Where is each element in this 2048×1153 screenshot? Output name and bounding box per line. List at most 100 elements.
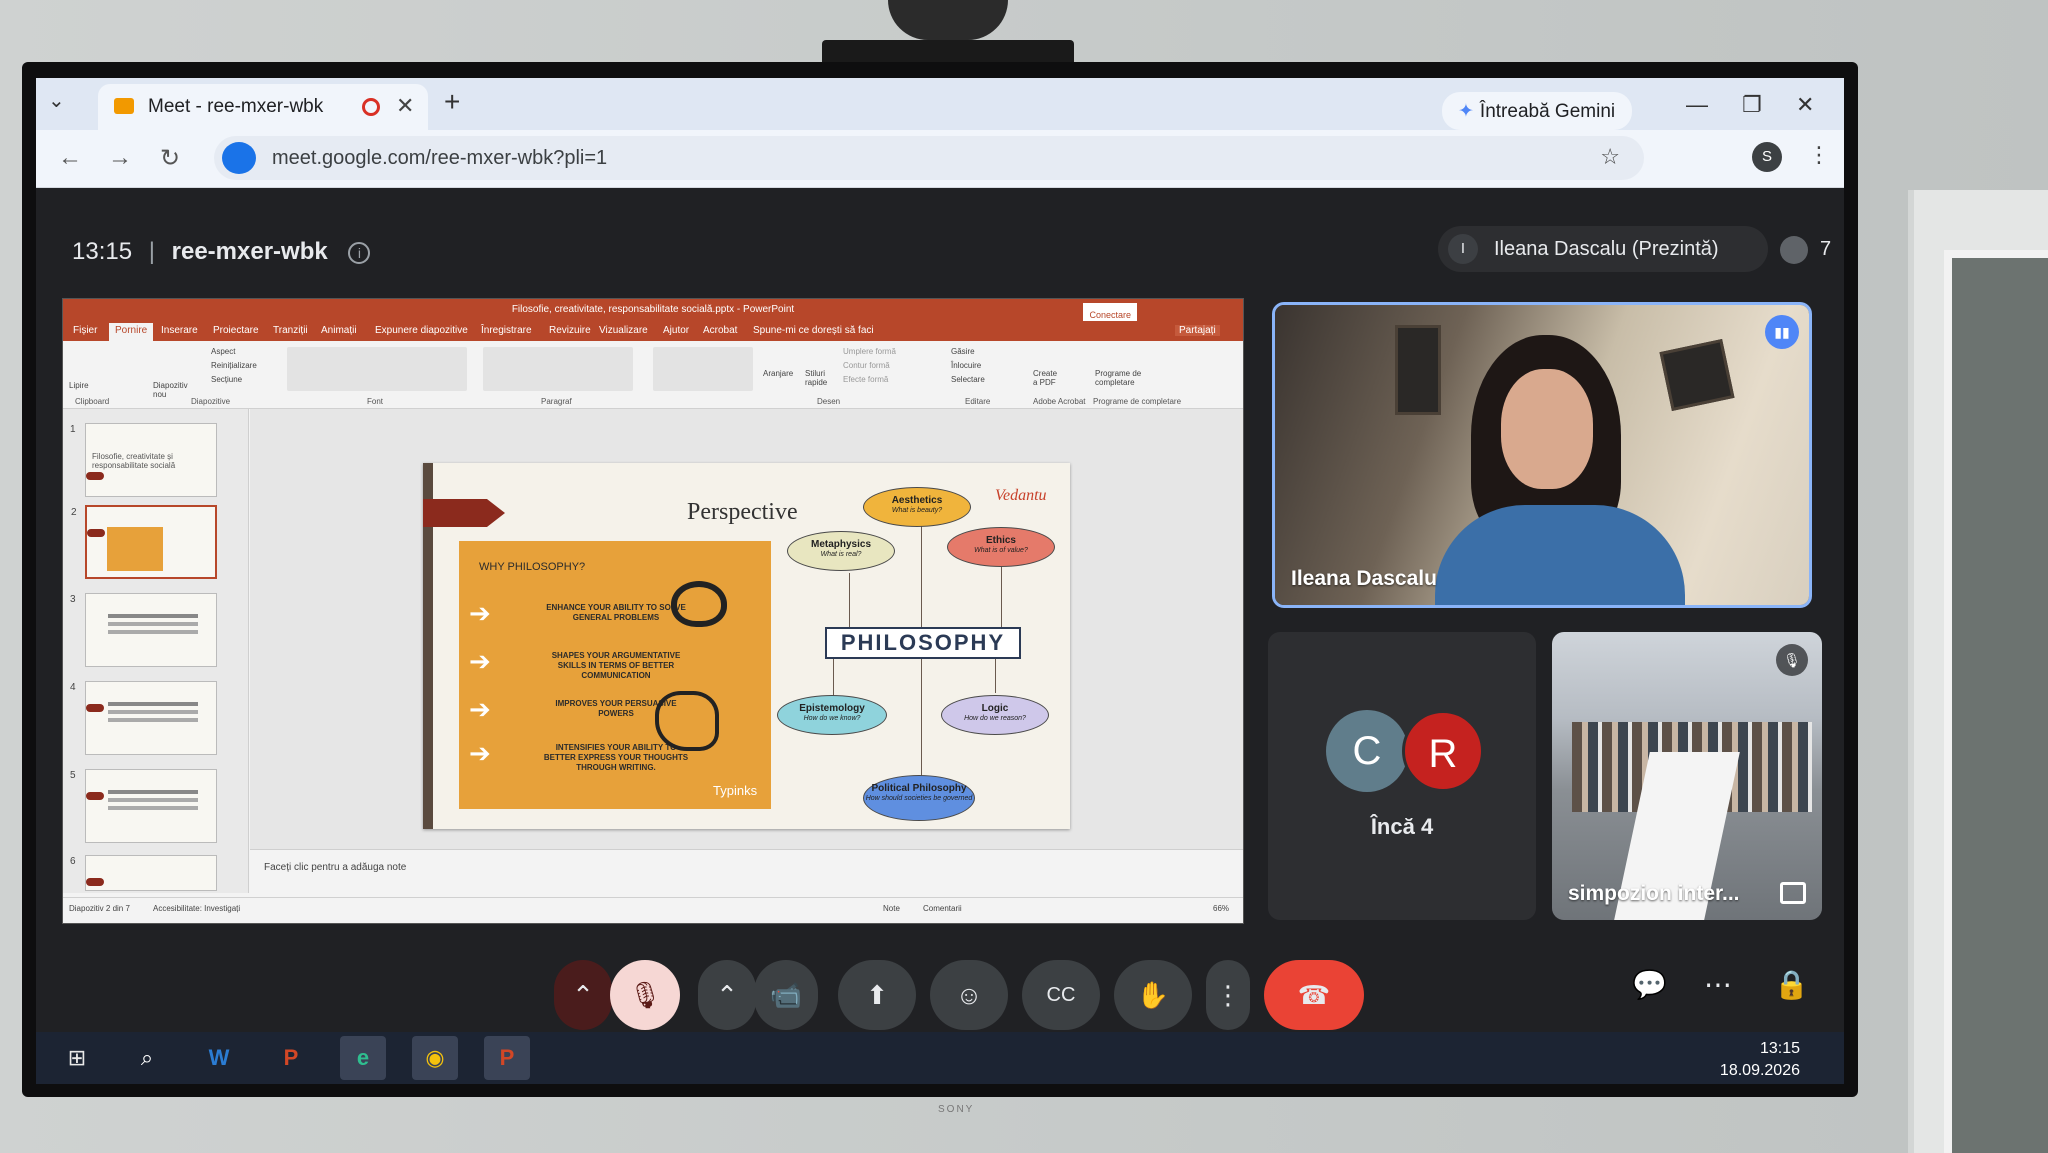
branch-question: How do we reason?	[964, 715, 1026, 722]
status-notes-button[interactable]: Note	[883, 904, 900, 913]
branch-epistemology: Epistemology How do we know?	[777, 695, 887, 735]
tab-list-icon[interactable]: ⌄	[48, 88, 65, 113]
ppt-menu-animations[interactable]: Animații	[321, 325, 357, 336]
notes-pane[interactable]: Faceți clic pentru a adăuga note	[250, 849, 1243, 897]
address-bar-row: ← → ↻ meet.google.com/ree-mxer-wbk?pli=1…	[36, 130, 1844, 188]
slide-thumb-selected[interactable]: 2	[71, 505, 217, 579]
ribbon-create-pdf[interactable]: Create a PDF	[1033, 369, 1063, 387]
ribbon-select[interactable]: Selectare	[951, 375, 985, 384]
slide-thumb[interactable]: 4	[70, 681, 217, 755]
minimize-button[interactable]: —	[1686, 92, 1708, 118]
ppt-menu-design[interactable]: Proiectare	[213, 325, 259, 336]
shared-powerpoint-window[interactable]: Filosofie, creativitate, responsabilitat…	[62, 298, 1244, 924]
presenter-chip[interactable]: I Ileana Dascalu (Prezintă)	[1438, 226, 1768, 272]
thumb-lines	[108, 614, 198, 618]
connector-line	[1001, 567, 1002, 627]
ribbon-shape-effects[interactable]: Efecte formă	[843, 375, 888, 384]
mic-button[interactable]: 🎙	[610, 960, 680, 1030]
activities-icon[interactable]: ⋯	[1704, 968, 1732, 1001]
fullscreen-icon[interactable]	[1780, 882, 1806, 904]
browser-menu-icon[interactable]: ⋮	[1808, 142, 1830, 168]
slide-thumb[interactable]: 5	[70, 769, 217, 843]
url-box[interactable]: meet.google.com/ree-mxer-wbk?pli=1 ☆	[214, 136, 1644, 180]
more-options-button[interactable]: ⋮	[1206, 960, 1250, 1030]
ribbon-paragraph-controls[interactable]	[483, 347, 633, 391]
bookmark-star-icon[interactable]: ☆	[1600, 144, 1620, 170]
group-paragraph: Paragraf	[541, 397, 572, 406]
video-options-chevron[interactable]: ⌃	[698, 960, 756, 1030]
ppt-menu-record[interactable]: Înregistrare	[481, 325, 532, 336]
ppt-tell-me[interactable]: Spune-mi ce dorești să faci	[753, 325, 874, 336]
search-icon[interactable]: ⌕	[124, 1036, 170, 1080]
ribbon-addins[interactable]: Programe de completare	[1095, 369, 1155, 387]
current-slide[interactable]: Perspective Vedantu WHY PHILOSOPHY? ➔ ENH…	[423, 463, 1070, 829]
taskbar-clock[interactable]: 13:15 18.09.2026	[1720, 1038, 1800, 1082]
status-zoom[interactable]: 66%	[1213, 904, 1229, 913]
slide-thumb[interactable]: 6	[70, 855, 217, 891]
reactions-button[interactable]: ☺	[930, 960, 1008, 1030]
participants-button[interactable]: 7	[1780, 226, 1844, 272]
present-button[interactable]: ⬆	[838, 960, 916, 1030]
start-icon[interactable]: ⊞	[54, 1036, 100, 1080]
ppt-menu-view[interactable]: Vizualizare	[599, 325, 648, 336]
ribbon-quick-styles[interactable]: Stiluri rapide	[805, 369, 835, 387]
ribbon-shape-outline[interactable]: Contur formă	[843, 361, 890, 370]
meeting-info-icon[interactable]: i	[348, 241, 371, 264]
ribbon-reset[interactable]: Reinițializare	[211, 361, 257, 370]
hang-up-button[interactable]: ☎	[1264, 960, 1364, 1030]
audio-options-chevron[interactable]: ⌃	[554, 960, 612, 1030]
ppt-menu-transitions[interactable]: Tranziții	[273, 325, 308, 336]
branch-aesthetics: Aesthetics What is beauty?	[863, 487, 971, 527]
ribbon-paste[interactable]: Lipire	[69, 381, 89, 390]
ribbon-layout[interactable]: Aspect	[211, 347, 235, 356]
ribbon-section[interactable]: Secțiune	[211, 375, 242, 384]
tab-close-icon[interactable]: ✕	[396, 93, 414, 119]
ppt-menu-review[interactable]: Revizuire	[549, 325, 591, 336]
ppt-menu-file[interactable]: Fișier	[73, 325, 97, 336]
room-tile[interactable]: 🎙 simpozion inter...	[1552, 632, 1822, 920]
others-tile[interactable]: C R Încă 4	[1268, 632, 1536, 920]
status-comments-button[interactable]: Comentarii	[923, 904, 962, 913]
status-accessibility[interactable]: Accesibilitate: Investigați	[153, 904, 240, 913]
ppt-menu-slideshow[interactable]: Expunere diapozitive	[375, 325, 468, 336]
host-controls-icon[interactable]: 🔒	[1774, 968, 1809, 1001]
raise-hand-button[interactable]: ✋	[1114, 960, 1192, 1030]
slide-thumb[interactable]: 1 Filosofie, creativitate și responsabili…	[70, 423, 217, 497]
forward-icon[interactable]: →	[108, 144, 132, 172]
ribbon-new-slide[interactable]: Diapozitiv nou	[153, 381, 189, 399]
chrome-icon[interactable]: ◉	[412, 1036, 458, 1080]
ribbon-shapes-gallery[interactable]	[653, 347, 753, 391]
slide-heading: Perspective	[687, 499, 798, 525]
ppt-menu-insert[interactable]: Inserare	[161, 325, 198, 336]
thumb-lines	[108, 790, 198, 794]
speaker-tile[interactable]: ▮▮ Ileana Dascalu	[1272, 302, 1812, 608]
camera-button[interactable]: 📹	[754, 960, 818, 1030]
ribbon-find[interactable]: Găsire	[951, 347, 975, 356]
profile-avatar[interactable]: S	[1752, 142, 1782, 172]
ppt-menu-help[interactable]: Ajutor	[663, 325, 689, 336]
edge-icon[interactable]: e	[340, 1036, 386, 1080]
word-icon[interactable]: W	[196, 1036, 242, 1080]
back-icon[interactable]: ←	[58, 144, 82, 172]
powerpoint-running-icon[interactable]: P	[484, 1036, 530, 1080]
ribbon-font-controls[interactable]	[287, 347, 467, 391]
slide-thumb[interactable]: 3	[70, 593, 217, 667]
gemini-button[interactable]: ✦ Întreabă Gemini	[1442, 92, 1632, 130]
ppt-share-button[interactable]: Partajați	[1175, 325, 1220, 336]
tab-title: Meet - ree-mxer-wbk	[148, 96, 324, 117]
ribbon-shape-fill[interactable]: Umplere formă	[843, 347, 896, 356]
webcam	[822, 0, 1074, 70]
site-info-icon[interactable]	[222, 142, 256, 174]
powerpoint-icon[interactable]: P	[268, 1036, 314, 1080]
ribbon-arrange[interactable]: Aranjare	[763, 369, 793, 378]
restore-button[interactable]: ❐	[1742, 92, 1762, 118]
new-tab-button[interactable]: +	[444, 86, 460, 118]
tab-meet[interactable]: Meet - ree-mxer-wbk ✕	[98, 84, 428, 130]
ribbon-replace[interactable]: Înlocuire	[951, 361, 981, 370]
close-window-button[interactable]: ✕	[1796, 92, 1814, 118]
ppt-menu-acrobat[interactable]: Acrobat	[703, 325, 737, 336]
ppt-menu-home[interactable]: Pornire	[109, 323, 154, 341]
chat-icon[interactable]: 💬	[1632, 968, 1667, 1001]
captions-button[interactable]: CC	[1022, 960, 1100, 1030]
reload-icon[interactable]: ↻	[160, 144, 180, 173]
